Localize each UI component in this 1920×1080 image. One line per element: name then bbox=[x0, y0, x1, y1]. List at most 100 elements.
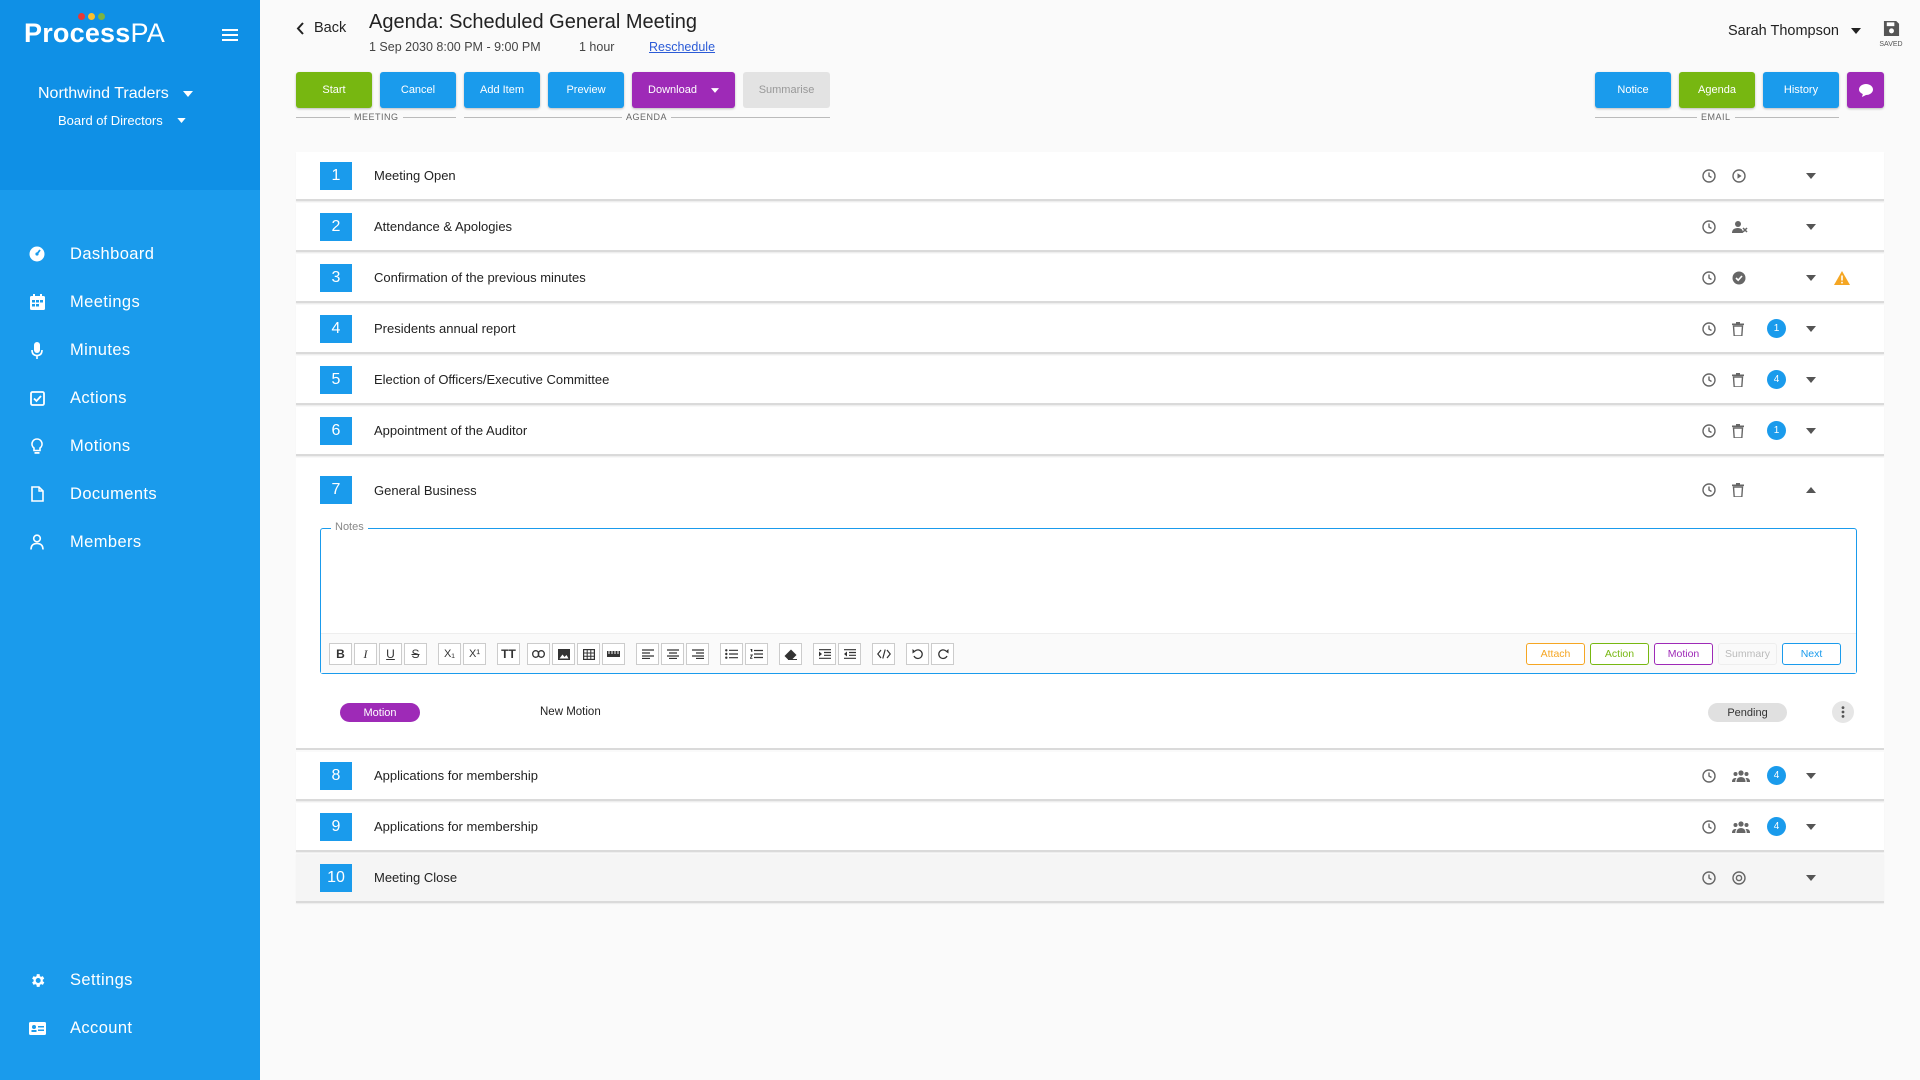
summary-button[interactable]: Summary bbox=[1718, 643, 1777, 665]
save-status[interactable]: SAVED bbox=[1878, 20, 1904, 48]
underline-icon[interactable]: U bbox=[379, 643, 402, 665]
link-icon[interactable] bbox=[527, 643, 550, 665]
code-icon[interactable] bbox=[872, 643, 895, 665]
clock-icon[interactable] bbox=[1702, 483, 1716, 497]
agenda-item[interactable]: 1 Meeting Open bbox=[296, 152, 1884, 201]
clock-icon[interactable] bbox=[1702, 219, 1716, 234]
agenda-item[interactable]: 6 Appointment of the Auditor 1 bbox=[296, 407, 1884, 456]
align-left-icon[interactable] bbox=[636, 643, 659, 665]
chevron-down-icon[interactable] bbox=[1806, 376, 1816, 383]
summarise-button[interactable]: Summarise bbox=[743, 72, 830, 108]
bold-icon[interactable]: B bbox=[329, 643, 352, 665]
download-button[interactable]: Download bbox=[632, 72, 735, 108]
nav-settings[interactable]: Settings bbox=[0, 956, 260, 1004]
trash-icon[interactable] bbox=[1732, 372, 1744, 387]
attach-button[interactable]: Attach bbox=[1526, 643, 1585, 665]
notes-editor[interactable]: Notes B I U S X₁ X¹ TT Attach Action Mot… bbox=[320, 521, 1857, 674]
numbered-list-icon[interactable] bbox=[745, 643, 768, 665]
clock-icon[interactable] bbox=[1702, 819, 1716, 834]
undo-icon[interactable] bbox=[906, 643, 929, 665]
start-button[interactable]: Start bbox=[296, 72, 372, 108]
board-selector[interactable]: Board of Directors bbox=[58, 113, 186, 128]
agenda-item[interactable]: 5 Election of Officers/Executive Committ… bbox=[296, 356, 1884, 405]
next-button[interactable]: Next bbox=[1782, 643, 1841, 665]
agenda-item[interactable]: 9 Applications for membership 4 bbox=[296, 803, 1884, 852]
superscript-icon[interactable]: X¹ bbox=[463, 643, 486, 665]
check-circle-icon[interactable] bbox=[1732, 271, 1746, 285]
warning-icon bbox=[1834, 270, 1850, 285]
font-size-icon[interactable]: TT bbox=[497, 643, 520, 665]
eraser-icon[interactable] bbox=[779, 643, 802, 665]
nav-dashboard[interactable]: Dashboard bbox=[0, 230, 260, 278]
clock-icon[interactable] bbox=[1702, 270, 1716, 285]
agenda-email-button[interactable]: Agenda bbox=[1679, 72, 1755, 108]
hamburger-menu-icon[interactable] bbox=[222, 28, 238, 42]
chevron-up-icon[interactable] bbox=[1806, 487, 1816, 493]
agenda-item[interactable]: 10 Meeting Close bbox=[296, 854, 1884, 903]
trash-icon[interactable] bbox=[1732, 483, 1744, 497]
history-button[interactable]: History bbox=[1763, 72, 1839, 108]
clock-icon[interactable] bbox=[1702, 423, 1716, 438]
chevron-down-icon[interactable] bbox=[1806, 172, 1816, 179]
clock-icon[interactable] bbox=[1702, 870, 1716, 885]
subscript-icon[interactable]: X₁ bbox=[438, 643, 461, 665]
add-item-button[interactable]: Add Item bbox=[464, 72, 540, 108]
nav-documents[interactable]: Documents bbox=[0, 470, 260, 518]
indent-icon[interactable] bbox=[813, 643, 836, 665]
chevron-down-icon[interactable] bbox=[1806, 427, 1816, 434]
trash-icon[interactable] bbox=[1732, 321, 1744, 336]
back-button[interactable]: Back bbox=[296, 20, 346, 36]
chevron-down-icon[interactable] bbox=[1806, 874, 1816, 881]
org-selector[interactable]: Northwind Traders bbox=[38, 85, 193, 103]
table-icon[interactable] bbox=[577, 643, 600, 665]
align-center-icon[interactable] bbox=[661, 643, 684, 665]
agenda-item[interactable]: 4 Presidents annual report 1 bbox=[296, 305, 1884, 354]
chevron-down-icon[interactable] bbox=[1806, 823, 1816, 830]
motion-button[interactable]: Motion bbox=[1654, 643, 1713, 665]
notice-button[interactable]: Notice bbox=[1595, 72, 1671, 108]
horizontal-rule-icon[interactable] bbox=[602, 643, 625, 665]
outdent-icon[interactable] bbox=[838, 643, 861, 665]
page-title: Agenda: Scheduled General Meeting bbox=[369, 11, 698, 33]
stop-circle-icon[interactable] bbox=[1732, 870, 1746, 885]
chevron-down-icon[interactable] bbox=[1806, 772, 1816, 779]
clock-icon[interactable] bbox=[1702, 168, 1716, 183]
trash-icon[interactable] bbox=[1732, 423, 1744, 438]
chevron-down-icon[interactable] bbox=[1806, 274, 1816, 281]
user-menu[interactable]: Sarah Thompson bbox=[1728, 23, 1861, 39]
more-vertical-icon[interactable] bbox=[1832, 701, 1854, 723]
preview-button[interactable]: Preview bbox=[548, 72, 624, 108]
bullet-list-icon[interactable] bbox=[720, 643, 743, 665]
expanded-item-header[interactable]: 7 General Business bbox=[296, 458, 1884, 522]
chevron-down-icon[interactable] bbox=[1806, 223, 1816, 230]
nav-meetings[interactable]: Meetings bbox=[0, 278, 260, 326]
nav-actions[interactable]: Actions bbox=[0, 374, 260, 422]
nav-members[interactable]: Members bbox=[0, 518, 260, 566]
chat-button[interactable] bbox=[1847, 72, 1884, 108]
clock-icon[interactable] bbox=[1702, 321, 1716, 336]
nav-motions[interactable]: Motions bbox=[0, 422, 260, 470]
strikethrough-icon[interactable]: S bbox=[404, 643, 427, 665]
person-remove-icon[interactable] bbox=[1732, 220, 1748, 234]
chevron-down-icon[interactable] bbox=[1806, 325, 1816, 332]
clock-icon[interactable] bbox=[1702, 768, 1716, 783]
nav-account[interactable]: Account bbox=[0, 1004, 260, 1052]
align-right-icon[interactable] bbox=[686, 643, 709, 665]
logo[interactable]: ProcessPA bbox=[24, 18, 165, 49]
redo-icon[interactable] bbox=[931, 643, 954, 665]
cancel-button[interactable]: Cancel bbox=[380, 72, 456, 108]
clock-icon[interactable] bbox=[1702, 372, 1716, 387]
image-icon[interactable] bbox=[552, 643, 575, 665]
agenda-item[interactable]: 3 Confirmation of the previous minutes bbox=[296, 254, 1884, 303]
reschedule-link[interactable]: Reschedule bbox=[649, 40, 715, 54]
group-icon[interactable] bbox=[1732, 769, 1750, 782]
action-button[interactable]: Action bbox=[1590, 643, 1649, 665]
nav-minutes[interactable]: Minutes bbox=[0, 326, 260, 374]
agenda-item[interactable]: 2 Attendance & Apologies bbox=[296, 203, 1884, 252]
italic-icon[interactable]: I bbox=[354, 643, 377, 665]
motion-row[interactable]: Motion New Motion Pending bbox=[296, 690, 1884, 734]
agenda-item[interactable]: 8 Applications for membership 4 bbox=[296, 752, 1884, 801]
group-icon[interactable] bbox=[1732, 820, 1750, 833]
org-name: Northwind Traders bbox=[38, 85, 169, 102]
play-circle-icon[interactable] bbox=[1732, 168, 1746, 183]
